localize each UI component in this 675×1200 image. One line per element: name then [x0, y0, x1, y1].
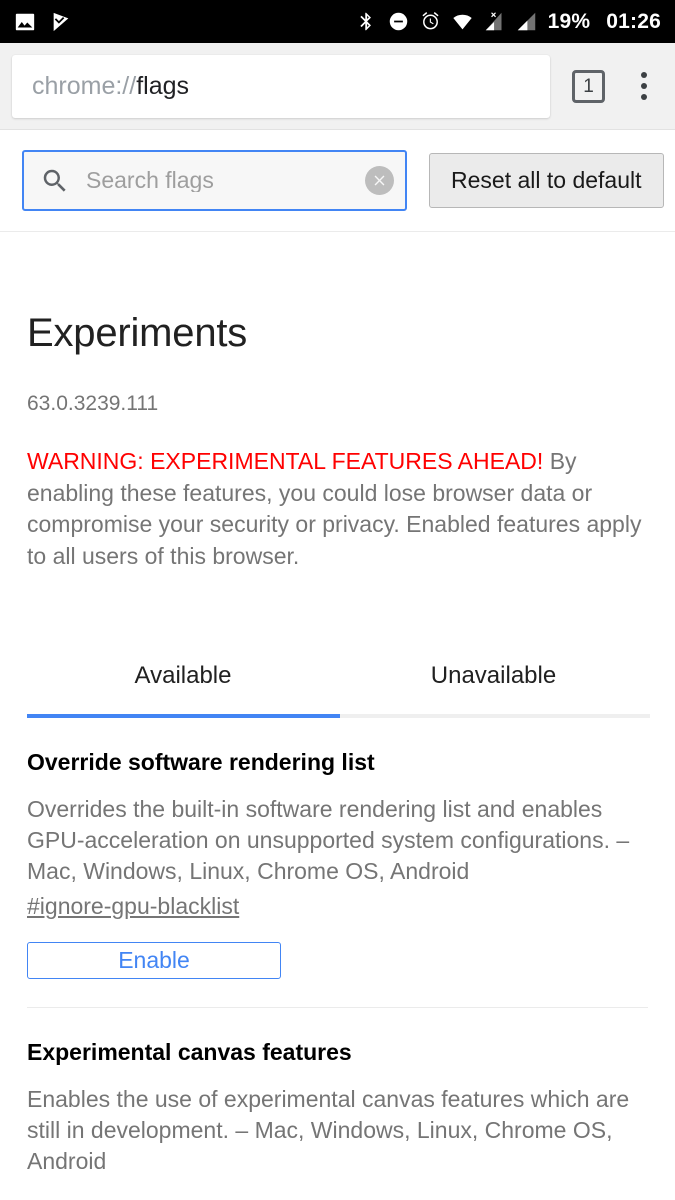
- page-title: Experiments: [27, 311, 248, 355]
- search-flags-field[interactable]: Search flags: [22, 150, 407, 211]
- flag-entry: Experimental canvas features Enables the…: [27, 1007, 648, 1177]
- menu-dot-icon: [641, 94, 647, 100]
- cell-signal-icon: [517, 12, 535, 31]
- status-bar-notification-icons: [14, 11, 72, 33]
- search-input-placeholder: Search flags: [86, 169, 214, 192]
- tab-available[interactable]: Available: [27, 664, 339, 714]
- android-status-bar: 19% 01:26: [0, 0, 675, 43]
- close-icon: [374, 175, 385, 186]
- do-not-disturb-icon: [389, 12, 407, 31]
- menu-dot-icon: [641, 83, 647, 89]
- checkmark-flag-icon: [53, 12, 69, 31]
- battery-percentage: 19%: [547, 10, 591, 33]
- alarm-icon: [422, 12, 439, 30]
- url-host: flags: [136, 71, 190, 100]
- url-bar[interactable]: chrome://flags: [12, 54, 550, 118]
- status-bar-system-icons: 19% 01:26: [356, 11, 661, 32]
- no-sim-signal-icon: [485, 12, 502, 31]
- photo-icon: [15, 13, 35, 30]
- reset-all-to-default-button[interactable]: Reset all to default: [429, 153, 664, 208]
- flags-search-row: Search flags Reset all to default: [0, 130, 675, 232]
- flag-entry: Override software rendering list Overrid…: [27, 718, 648, 979]
- tab-switcher-button[interactable]: 1: [572, 69, 605, 103]
- tab-underline-track: [27, 714, 650, 718]
- search-icon: [43, 169, 66, 192]
- clock-time: 01:26: [606, 10, 661, 33]
- chrome-version: 63.0.3239.111: [27, 392, 159, 415]
- bluetooth-icon: [360, 12, 371, 31]
- flag-description: Overrides the built-in software renderin…: [27, 796, 630, 884]
- warning-headline: WARNING: EXPERIMENTAL FEATURES AHEAD!: [27, 448, 544, 474]
- menu-dot-icon: [641, 72, 647, 78]
- flags-tab-bar: Available Unavailable: [27, 664, 648, 714]
- flag-description: Enables the use of experimental canvas f…: [27, 1086, 630, 1174]
- tab-active-indicator: [27, 714, 340, 718]
- browser-toolbar: chrome://flags 1: [0, 43, 675, 130]
- flag-title: Experimental canvas features: [27, 1039, 352, 1065]
- experimental-warning-text: WARNING: EXPERIMENTAL FEATURES AHEAD! By…: [27, 414, 648, 572]
- wifi-icon: [452, 14, 472, 30]
- tab-unavailable[interactable]: Unavailable: [339, 664, 648, 714]
- clear-search-button[interactable]: [365, 166, 394, 195]
- url-scheme: chrome://: [32, 71, 137, 100]
- flags-page-content: Experiments 63.0.3239.111 WARNING: EXPER…: [0, 232, 675, 1177]
- flag-title: Override software rendering list: [27, 749, 375, 775]
- flag-permalink-link[interactable]: #ignore-gpu-blacklist: [27, 887, 239, 922]
- overflow-menu-button[interactable]: [627, 72, 661, 100]
- flag-enable-button[interactable]: Enable: [27, 942, 281, 979]
- tab-count-label: 1: [583, 75, 594, 97]
